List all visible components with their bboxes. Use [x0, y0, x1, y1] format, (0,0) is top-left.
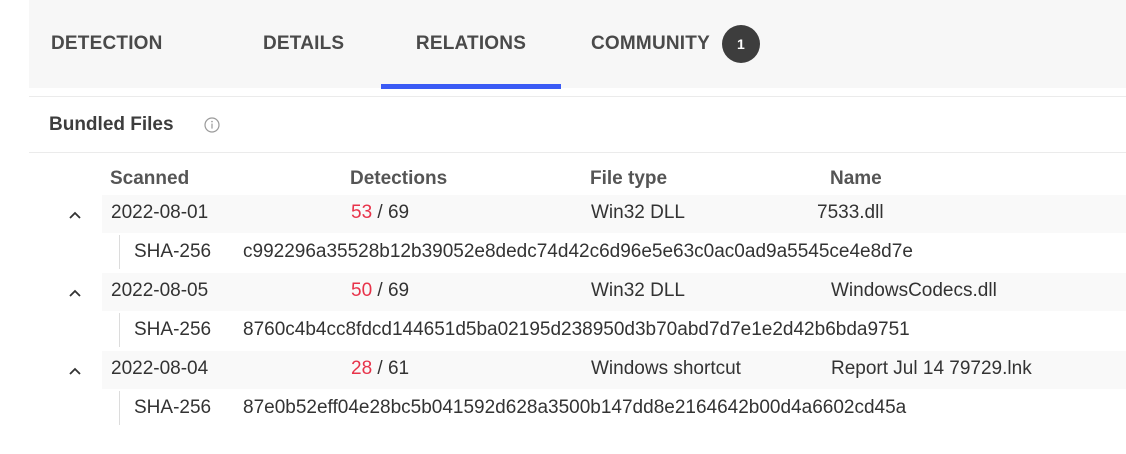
- detections-positive: 50: [351, 280, 373, 301]
- tab-detection-label: DETECTION: [51, 33, 163, 54]
- column-header-file-type: File type: [590, 168, 668, 189]
- row-file-type: Windows shortcut: [591, 358, 741, 379]
- tab-bar: DETECTION DETAILS RELATIONS COMMUNITY 1: [29, 0, 1126, 89]
- tab-community[interactable]: COMMUNITY 1: [591, 0, 801, 88]
- detections-positive: 28: [351, 358, 373, 379]
- community-count-badge: 1: [721, 25, 760, 63]
- row-detections: 28 / 61: [351, 358, 409, 380]
- row-file-type: Win32 DLL: [591, 202, 685, 223]
- chevron-up-icon[interactable]: [66, 364, 84, 378]
- hash-indent-bar: [119, 313, 120, 347]
- row-detections: 53 / 69: [351, 202, 409, 224]
- tab-detection[interactable]: DETECTION: [51, 0, 231, 88]
- tab-community-label: COMMUNITY: [591, 33, 710, 54]
- hash-value[interactable]: 87e0b52eff04e28bc5b041592d628a3500b147dd…: [243, 397, 906, 419]
- hash-indent-bar: [119, 391, 120, 425]
- info-icon[interactable]: [204, 117, 220, 133]
- row-file-name[interactable]: Report Jul 14 79729.lnk: [831, 358, 1032, 380]
- hash-label: SHA-256: [134, 397, 212, 418]
- hash-indent-bar: [119, 235, 120, 269]
- row-scanned-date: 2022-08-04: [111, 358, 209, 379]
- detections-total: / 61: [377, 358, 410, 379]
- section-divider: [29, 96, 1126, 97]
- hash-label: SHA-256: [134, 241, 212, 262]
- detections-total: / 69: [377, 280, 410, 301]
- detections-positive: 53: [351, 202, 373, 223]
- row-file-type: Win32 DLL: [591, 280, 685, 301]
- row-detections: 50 / 69: [351, 280, 409, 302]
- tab-details-label: DETAILS: [263, 33, 345, 54]
- tab-relations-label: RELATIONS: [415, 33, 527, 54]
- column-header-name: Name: [830, 168, 882, 189]
- row-file-name[interactable]: WindowsCodecs.dll: [831, 280, 997, 302]
- section-title: Bundled Files: [49, 114, 174, 135]
- hash-label: SHA-256: [134, 319, 212, 340]
- row-scanned-date: 2022-08-01: [111, 202, 209, 223]
- active-tab-indicator: [381, 84, 561, 89]
- tab-relations[interactable]: RELATIONS: [381, 0, 561, 88]
- detections-total: / 69: [377, 202, 410, 223]
- chevron-up-icon[interactable]: [66, 286, 84, 300]
- hash-value[interactable]: 8760c4b4cc8fdcd144651d5ba02195d238950d3b…: [243, 319, 910, 341]
- hash-value[interactable]: c992296a35528b12b39052e8dedc74d42c6d96e5…: [243, 241, 913, 263]
- chevron-up-icon[interactable]: [66, 208, 84, 222]
- column-header-detections: Detections: [350, 168, 448, 189]
- header-divider: [29, 152, 1126, 153]
- tab-details[interactable]: DETAILS: [233, 0, 381, 88]
- column-header-scanned: Scanned: [110, 168, 190, 189]
- row-file-name[interactable]: 7533.dll: [817, 202, 884, 224]
- row-scanned-date: 2022-08-05: [111, 280, 209, 301]
